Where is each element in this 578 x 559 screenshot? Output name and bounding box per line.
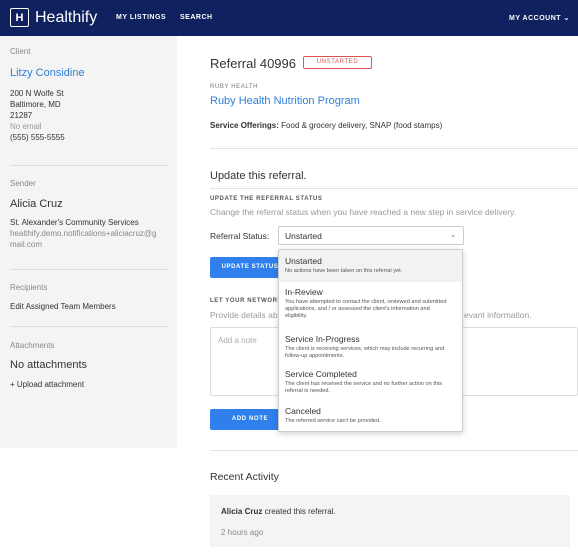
option-description: The client is receiving services, which … (285, 346, 445, 359)
top-nav: H Healthify MY LISTINGS SEARCH MY ACCOUN… (0, 0, 578, 36)
org-label: RUBY HEALTH (210, 84, 259, 90)
nav-my-listings[interactable]: MY LISTINGS (116, 14, 166, 21)
activity-action: created this referral. (262, 507, 336, 516)
logo[interactable]: H Healthify (10, 8, 97, 27)
sender-label: Sender (10, 179, 36, 188)
sender-email-line1: healthify.demo.notifications+aliciacruz@… (10, 229, 157, 238)
option-title: Service Completed (285, 369, 357, 379)
update-title: Update this referral. (210, 170, 307, 182)
option-title: In-Review (285, 287, 323, 297)
edit-team-members-link[interactable]: Edit Assigned Team Members (10, 302, 116, 312)
option-description: The client has received the service and … (285, 381, 443, 394)
my-account-label: MY ACCOUNT (509, 15, 562, 22)
sender-org: St. Alexander's Community Services (10, 218, 139, 227)
option-title: Canceled (285, 406, 321, 416)
status-option-service-completed[interactable]: Service Completed The client has receive… (279, 367, 462, 404)
sender-email-line2: mail.com (10, 240, 43, 249)
client-name-link[interactable]: Litzy Considine (10, 67, 85, 79)
status-dropdown-menu: Unstarted No actions have been taken on … (278, 249, 463, 432)
activity-timestamp: 2 hours ago (221, 528, 264, 537)
client-zip: 21287 (10, 111, 33, 120)
client-label: Client (10, 47, 31, 56)
chevron-down-icon: ⌄ (450, 232, 456, 239)
activity-actor: Alicia Cruz (221, 507, 263, 516)
offerings-label: Service Offerings: (210, 121, 279, 130)
attachments-label: Attachments (10, 341, 55, 350)
activity-item: Alicia Cruz created this referral. 2 hou… (210, 495, 570, 547)
logo-icon: H (10, 8, 29, 27)
divider (210, 450, 578, 451)
divider (210, 148, 578, 149)
recent-activity-title: Recent Activity (210, 471, 279, 483)
client-address-line2: Baltimore, MD (10, 100, 61, 109)
client-email: No email (10, 122, 42, 131)
activity-text: Alicia Cruz created this referral. (221, 507, 336, 516)
status-option-in-review[interactable]: In-Review You have attempted to contact … (279, 283, 462, 329)
no-attachments-text: No attachments (10, 359, 88, 371)
status-option-unstarted[interactable]: Unstarted No actions have been taken on … (279, 250, 462, 282)
option-description: You have attempted to contact the client… (285, 299, 447, 319)
status-badge: UNSTARTED (303, 56, 372, 69)
client-phone-link[interactable]: (555) 555-5555 (10, 133, 65, 143)
offerings-value: Food & grocery delivery, SNAP (food stam… (281, 121, 443, 130)
logo-text: Healthify (35, 8, 98, 26)
divider (10, 326, 168, 327)
service-offerings: Service Offerings: Food & grocery delive… (210, 121, 442, 130)
divider (10, 269, 168, 270)
upload-attachment-link[interactable]: + Upload attachment (10, 380, 84, 390)
status-help-text: Change the referral status when you have… (210, 207, 517, 217)
network-help-right: evant information. (464, 310, 532, 320)
option-title: Unstarted (285, 256, 322, 266)
client-address-line1: 200 N Wolfe St (10, 89, 64, 98)
sender-name: Alicia Cruz (10, 198, 63, 210)
recipients-label: Recipients (10, 283, 48, 292)
nav-search[interactable]: SEARCH (180, 14, 213, 21)
divider (10, 165, 168, 166)
referral-status-label: Referral Status: (210, 231, 270, 241)
referral-status-select[interactable]: Unstarted ⌄ (278, 226, 464, 245)
sidebar: Client Litzy Considine 200 N Wolfe St Ba… (0, 36, 177, 448)
status-heading: UPDATE THE REFERRAL STATUS (210, 196, 323, 202)
divider (210, 188, 578, 189)
network-help-left: Provide details ab (210, 310, 278, 320)
status-option-canceled[interactable]: Canceled The referred service can't be p… (279, 405, 462, 431)
program-link[interactable]: Ruby Health Nutrition Program (210, 95, 360, 107)
network-heading: LET YOUR NETWORK (210, 298, 283, 304)
referral-title: Referral 40996 (210, 56, 296, 71)
status-option-service-in-progress[interactable]: Service In-Progress The client is receiv… (279, 330, 462, 366)
status-select-value: Unstarted (285, 231, 322, 241)
option-description: No actions have been taken on this refer… (285, 268, 403, 274)
option-title: Service In-Progress (285, 334, 360, 344)
option-description: The referred service can't be provided. (285, 418, 381, 424)
nav-my-account[interactable]: MY ACCOUNT ⌄ (509, 14, 570, 22)
chevron-down-icon: ⌄ (563, 15, 570, 22)
